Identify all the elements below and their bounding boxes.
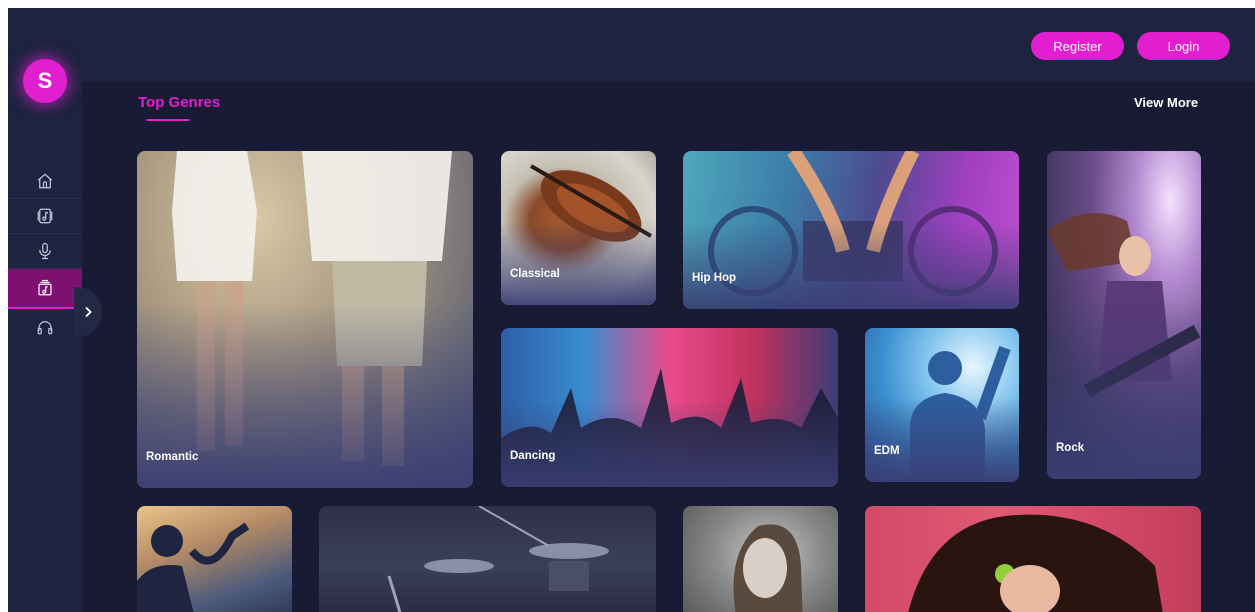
register-button[interactable]: Register	[1031, 32, 1124, 60]
sidebar-item-albums[interactable]	[8, 269, 82, 309]
genre-label: Romantic	[146, 451, 199, 463]
home-icon	[37, 173, 53, 189]
genre-card-classical[interactable]: Classical	[501, 151, 656, 305]
genre-card-dancing[interactable]: Dancing	[501, 328, 838, 487]
genre-label: Dancing	[510, 450, 556, 462]
genre-card-saxophone[interactable]	[137, 506, 292, 612]
saxophone-player-image	[137, 522, 250, 612]
section-title: Top Genres	[138, 94, 221, 111]
genre-card-curly[interactable]	[865, 506, 1201, 612]
sidebar-nav	[8, 164, 82, 344]
genre-card-edm[interactable]: EDM	[865, 328, 1019, 482]
card-overlay	[501, 220, 656, 305]
microphone-icon	[39, 242, 51, 260]
music-note-box-icon	[37, 208, 53, 224]
genre-card-rock[interactable]: Rock	[1047, 151, 1201, 479]
sidebar: S	[8, 8, 82, 612]
genre-label: Hip Hop	[692, 272, 737, 284]
card-overlay	[865, 397, 1019, 482]
genre-label: EDM	[874, 445, 900, 457]
chevron-right-icon	[85, 306, 92, 318]
sidebar-item-music[interactable]	[8, 199, 82, 234]
curly-hair-headphones-image	[908, 514, 1163, 612]
headphones-icon	[37, 320, 53, 334]
drum-kit-image	[387, 506, 609, 612]
logo[interactable]: S	[23, 59, 67, 103]
portrait-image	[733, 524, 803, 612]
section-underline	[146, 119, 190, 121]
album-icon	[38, 279, 52, 296]
logo-letter: S	[37, 68, 53, 93]
genre-card-portrait[interactable]	[683, 506, 838, 612]
genre-card-hip-hop[interactable]: Hip Hop	[683, 151, 1019, 309]
sidebar-item-listen[interactable]	[8, 309, 82, 344]
card-overlay	[501, 399, 838, 487]
app-window: S Register Login Top Genres View More Ro…	[8, 8, 1255, 612]
sidebar-item-podcast[interactable]	[8, 234, 82, 269]
genre-label: Rock	[1056, 442, 1085, 454]
genre-card-drums[interactable]	[319, 506, 656, 612]
login-button[interactable]: Login	[1137, 32, 1230, 60]
genre-card-romantic[interactable]: Romantic	[137, 151, 473, 488]
sidebar-item-home[interactable]	[8, 164, 82, 199]
genre-label: Classical	[510, 268, 560, 280]
view-more-link[interactable]: View More	[1134, 95, 1198, 110]
card-overlay	[683, 222, 1019, 309]
top-header: Register Login	[82, 8, 1255, 82]
